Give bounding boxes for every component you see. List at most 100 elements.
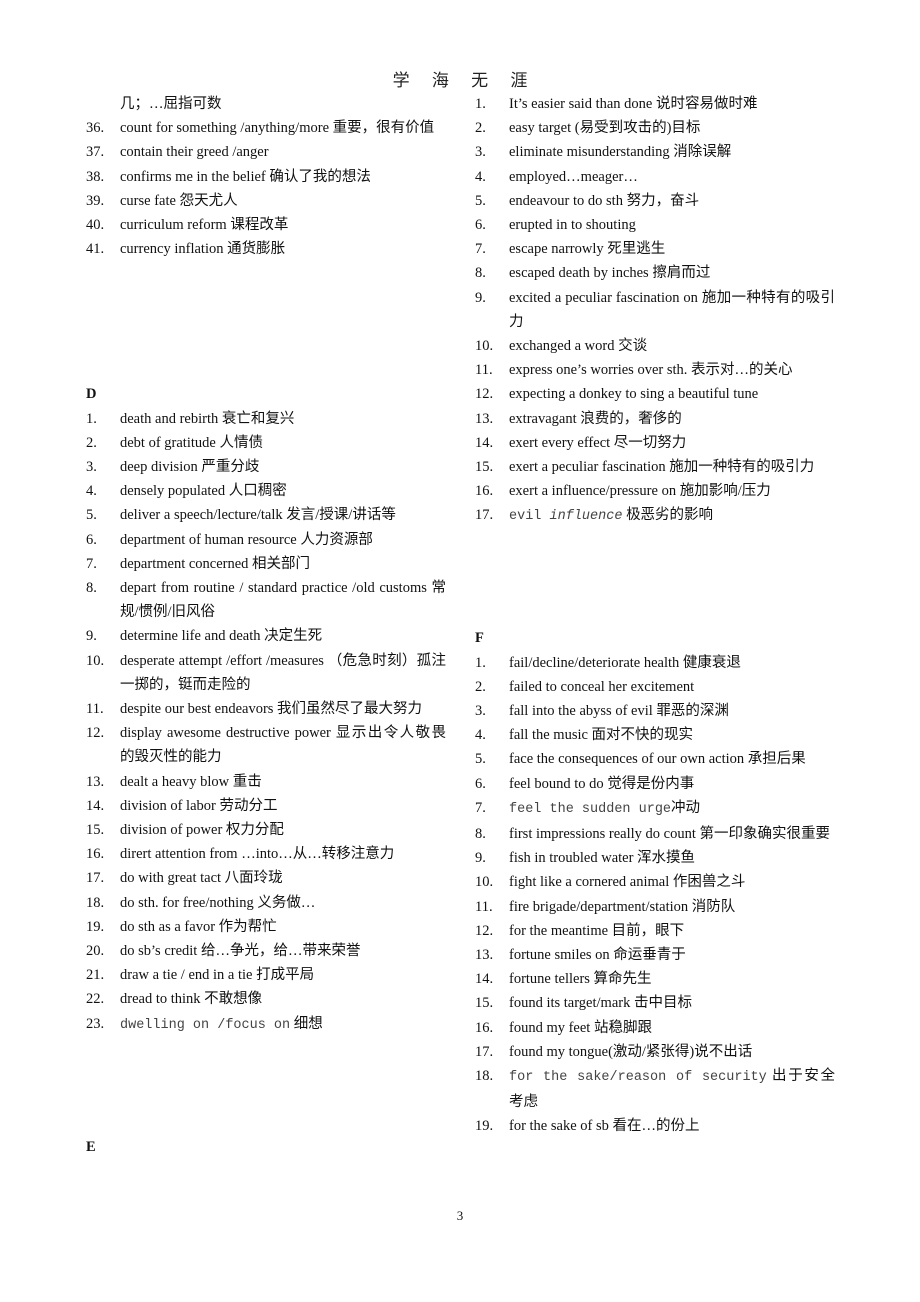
item-text-main: curse fate 怨天尤人: [120, 192, 238, 209]
list-item: 8. escaped death by inches 擦肩而过: [475, 261, 835, 285]
item-text-main: department concerned 相关部门: [120, 555, 311, 572]
list-item: 16. dirert attention from …into…从…转移注意力: [86, 842, 446, 866]
item-number: 18.: [475, 1068, 494, 1085]
item-text: found its target/mark 击中目标: [509, 991, 835, 1015]
list-item: 11. express one’s worries over sth. 表示对…的…: [475, 358, 835, 382]
item-text-main: endeavour to do sth 努力，奋斗: [509, 192, 700, 209]
item-number: 41.: [86, 241, 105, 258]
item-text: count for something /anything/more 重要，很有…: [120, 116, 446, 140]
item-text-main: contain their greed /anger: [120, 144, 269, 161]
item-number: 18.: [86, 894, 105, 911]
item-text-main: fire brigade/department/station 消防队: [509, 898, 736, 915]
list-item: 15. exert a peculiar fascination 施加一种特有的吸…: [475, 455, 835, 479]
right-column: 1. It’s easier said than done 说时容易做时难 2. ea…: [475, 92, 835, 1139]
item-number: 4.: [475, 168, 486, 185]
item-text-main: fall into the abyss of evil 罪恶的深渊: [509, 703, 729, 720]
item-number: 19.: [475, 1118, 494, 1135]
item-text-main: found its target/mark 击中目标: [509, 995, 692, 1012]
item-number: 6.: [475, 775, 486, 792]
list-item: 36. count for something /anything/more 重要…: [86, 116, 446, 140]
list-item: 22. dread to think 不敢想像: [86, 987, 446, 1011]
list-item: 2. failed to conceal her excitement: [475, 675, 835, 699]
item-number: 10.: [475, 874, 494, 891]
item-text-main: extravagant 浪费的，奢侈的: [509, 410, 682, 427]
item-text-main: 冲动: [671, 799, 701, 816]
header-char: 学: [392, 71, 410, 90]
list-item: 19. for the sake of sb 看在…的份上: [475, 1114, 835, 1138]
list-item: 16. exert a influence/pressure on 施加影响/压力: [475, 479, 835, 503]
item-number: 3.: [475, 144, 486, 161]
item-text: do sb’s credit 给…争光，给…带来荣誉: [120, 939, 446, 963]
item-number: 9.: [86, 628, 97, 645]
item-text-main: excited a peculiar fascination on 施加一种特有…: [509, 289, 835, 330]
header-char: 海: [431, 71, 449, 90]
item-text-main: fall the music 面对不快的现实: [509, 727, 694, 744]
item-text: fail/decline/deteriorate health 健康衰退: [509, 651, 835, 675]
item-text: express one’s worries over sth. 表示对…的关心: [509, 358, 835, 382]
item-text-main: currency inflation 通货膨胀: [120, 241, 286, 258]
item-text-main: found my tongue(激动/紧张得)说不出话: [509, 1043, 753, 1060]
item-text-mono: feel the sudden urge: [509, 801, 672, 817]
item-text-main: confirms me in the belief 确认了我的想法: [120, 168, 371, 185]
item-text-mono: for the sake/reason of security: [509, 1070, 767, 1086]
item-text: escaped death by inches 擦肩而过: [509, 261, 835, 285]
item-text-main: do sb’s credit 给…争光，给…带来荣誉: [120, 943, 361, 960]
list-item: 20. do sb’s credit 给…争光，给…带来荣誉: [86, 939, 446, 963]
item-text-main: despite our best endeavors 我们虽然尽了最大努力: [120, 701, 423, 717]
item-number: 17.: [86, 870, 105, 887]
item-text-main: department of human resource 人力资源部: [120, 531, 373, 548]
list-item: 14. exert every effect 尽一切努力: [475, 431, 835, 455]
item-text-main: fight like a cornered animal 作困兽之斗: [509, 874, 746, 891]
item-text-main: curriculum reform 课程改革: [120, 217, 289, 234]
item-text-main: It’s easier said than done 说时容易做时难: [509, 96, 758, 112]
item-text: easy target (易受到攻击的)目标: [509, 116, 835, 140]
list-item: 15. division of power 权力分配: [86, 818, 446, 842]
item-text: do sth as a favor 作为帮忙: [120, 915, 446, 939]
item-number: 15.: [475, 995, 494, 1012]
item-text: display awesome destructive power 显示出令人敬…: [120, 721, 446, 769]
item-text: found my feet 站稳脚跟: [509, 1016, 835, 1040]
item-text-main: erupted in to shouting: [509, 217, 636, 234]
item-text: dealt a heavy blow 重击: [120, 770, 446, 794]
item-text: fight like a cornered animal 作困兽之斗: [509, 870, 835, 894]
e-list: 1. It’s easier said than done 说时容易做时难 2. ea…: [475, 92, 835, 530]
item-text: excited a peculiar fascination on 施加一种特有…: [509, 286, 835, 334]
item-text: face the consequences of our own action …: [509, 747, 835, 771]
item-text: fire brigade/department/station 消防队: [509, 895, 835, 919]
list-item: 16. found my feet 站稳脚跟: [475, 1016, 835, 1040]
item-text: dirert attention from …into…从…转移注意力: [120, 842, 446, 866]
item-number: 10.: [475, 338, 494, 355]
item-text-mono: evil: [509, 509, 550, 525]
item-text-main: fortune tellers 算命先生: [509, 971, 652, 988]
item-text-main: draw a tie / end in a tie 打成平局: [120, 967, 315, 984]
item-text: exert every effect 尽一切努力: [509, 431, 835, 455]
item-number: 9.: [475, 289, 486, 306]
item-number: 7.: [475, 241, 486, 258]
item-text: densely populated 人口稠密: [120, 479, 446, 503]
item-number: 15.: [475, 459, 494, 476]
item-number: 5.: [475, 192, 486, 209]
item-text-main: fortune smiles on 命运垂青于: [509, 947, 686, 964]
list-item: 8. first impressions really do count 第一印象…: [475, 822, 835, 846]
list-item: 4. fall the music 面对不快的现实: [475, 723, 835, 747]
item-text: dread to think 不敢想像: [120, 987, 446, 1011]
item-text: division of power 权力分配: [120, 818, 446, 842]
item-number: 7.: [475, 799, 486, 816]
list-item: 13. extravagant 浪费的，奢侈的: [475, 407, 835, 431]
item-text: confirms me in the belief 确认了我的想法: [120, 165, 446, 189]
item-number: 12.: [475, 386, 494, 403]
item-text-main: division of power 权力分配: [120, 822, 284, 839]
list-item: 9. fish in troubled water 浑水摸鱼: [475, 846, 835, 870]
item-number: 4.: [475, 727, 486, 744]
item-text-main: deliver a speech/lecture/talk 发言/授课/讲话等: [120, 507, 396, 524]
list-item: 10. fight like a cornered animal 作困兽之斗: [475, 870, 835, 894]
item-text: exchanged a word 交谈: [509, 334, 835, 358]
item-number: 16.: [475, 483, 494, 500]
item-text: curse fate 怨天尤人: [120, 189, 446, 213]
item-text: feel the sudden urge冲动: [509, 796, 835, 822]
item-text-main: exert a peculiar fascination 施加一种特有的吸引力: [509, 459, 815, 476]
item-text-main: depart from routine / standard practice …: [120, 579, 446, 621]
item-text: for the sake of sb 看在…的份上: [509, 1114, 835, 1138]
item-text: death and rebirth 衰亡和复兴: [120, 407, 446, 431]
item-text: It’s easier said than done 说时容易做时难: [509, 92, 835, 116]
